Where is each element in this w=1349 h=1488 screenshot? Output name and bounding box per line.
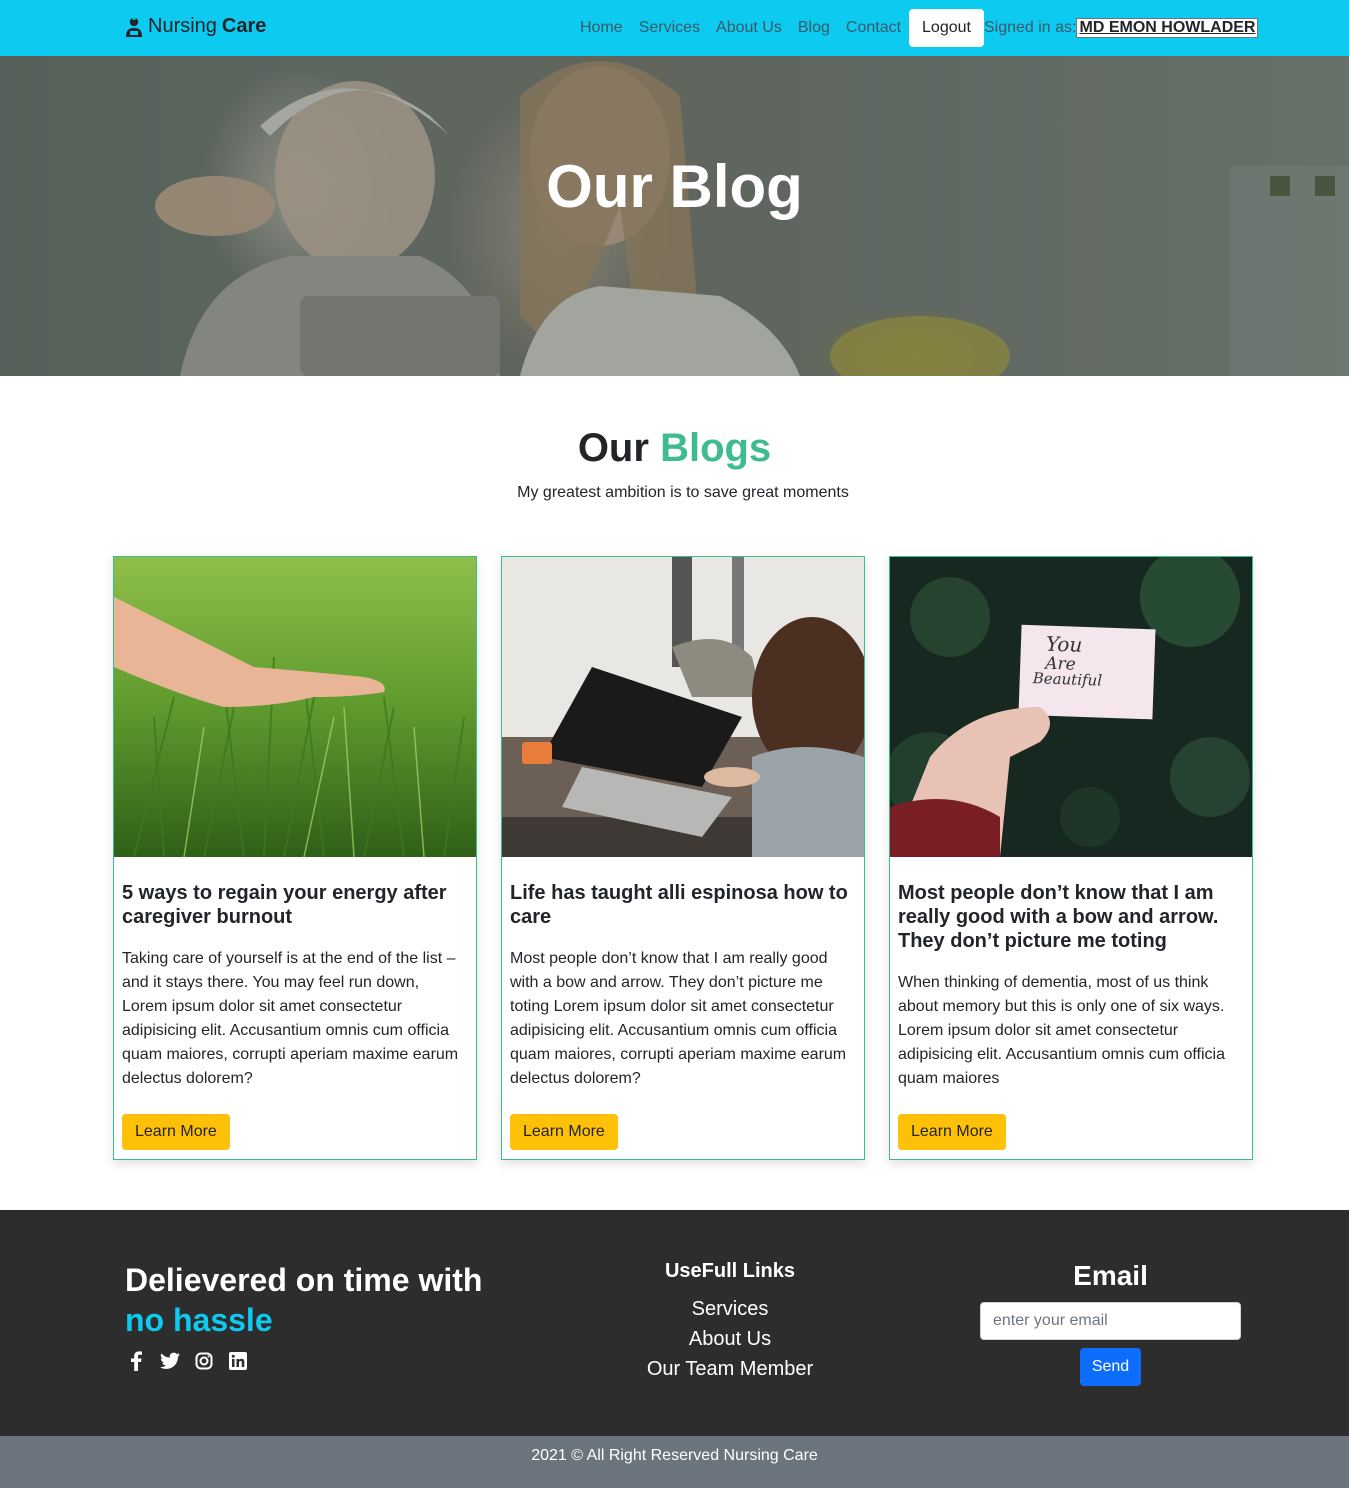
- brand-suffix: Care: [221, 15, 267, 37]
- blog-card-text: When thinking of dementia, most of us th…: [898, 974, 1225, 1087]
- nav-link-about[interactable]: About Us: [708, 19, 790, 37]
- footer-headline-accent: no hassle: [125, 1302, 273, 1338]
- section-title: Our Blogs: [0, 426, 1349, 471]
- footer-link-team[interactable]: Our Team Member: [620, 1354, 840, 1384]
- section-title-main: Our: [577, 426, 649, 470]
- blog-card: 5 ways to regain your energy after careg…: [113, 556, 477, 1160]
- learn-more-button[interactable]: Learn More: [898, 1114, 1006, 1150]
- hero-banner: Our Blog: [0, 56, 1349, 376]
- blog-card-text: Taking care of yourself is at the end of…: [122, 950, 459, 1087]
- useful-links: Services About Us Our Team Member: [620, 1294, 840, 1384]
- blog-card-text: Most people don’t know that I am really …: [510, 950, 847, 1087]
- nav-link-blog[interactable]: Blog: [790, 19, 838, 37]
- footer-headline-main: Delievered on time with: [125, 1262, 483, 1298]
- nav-menu: Home Services About Us Blog Contact Logo…: [572, 0, 1259, 56]
- signed-in-label: Signed in as:: [983, 19, 1077, 36]
- linkedin-icon[interactable]: [227, 1350, 249, 1372]
- footer-headline: Delievered on time with no hassle: [125, 1260, 482, 1340]
- facebook-icon[interactable]: [125, 1350, 147, 1372]
- twitter-icon[interactable]: [159, 1350, 181, 1372]
- copyright-bar: 2021 © All Right Reserved Nursing Care: [0, 1436, 1349, 1488]
- hero-title: Our Blog: [546, 153, 803, 220]
- blog-card-image-laptop: [502, 557, 864, 857]
- nav-link-home[interactable]: Home: [572, 19, 631, 37]
- nurse-icon: [126, 17, 142, 37]
- footer: Delievered on time with no hassle UseFul…: [0, 1210, 1349, 1436]
- footer-link-services[interactable]: Services: [620, 1294, 840, 1324]
- useful-links-title: UseFull Links: [664, 1260, 796, 1282]
- blog-card: You Are Beautiful Most people don’t know…: [889, 556, 1253, 1160]
- brand-logo[interactable]: Nursing Care: [125, 15, 266, 38]
- nav-link-contact[interactable]: Contact: [838, 19, 909, 37]
- learn-more-button[interactable]: Learn More: [122, 1114, 230, 1150]
- nav-link-services[interactable]: Services: [631, 19, 708, 37]
- user-name-link[interactable]: MD EMON HOWLADER: [1076, 18, 1259, 38]
- email-input[interactable]: [980, 1302, 1241, 1340]
- logout-button[interactable]: Logout: [909, 9, 984, 47]
- instagram-icon[interactable]: [193, 1350, 215, 1372]
- blog-card-image-grass: [114, 557, 476, 857]
- note-word-3: Beautiful: [1031, 669, 1102, 689]
- learn-more-button[interactable]: Learn More: [510, 1114, 618, 1150]
- section-subtitle: My greatest ambition is to save great mo…: [517, 484, 849, 501]
- blog-card-title: 5 ways to regain your energy after careg…: [122, 882, 447, 928]
- blog-card: Life has taught alli espinosa how to car…: [501, 556, 865, 1160]
- blog-card-image-note: You Are Beautiful: [890, 557, 1252, 857]
- send-button[interactable]: Send: [1080, 1348, 1141, 1386]
- blog-card-title: Life has taught alli espinosa how to car…: [510, 882, 848, 928]
- section-title-accent: Blogs: [660, 426, 772, 470]
- email-title: Email: [1073, 1260, 1148, 1291]
- footer-link-about[interactable]: About Us: [620, 1324, 840, 1354]
- blog-card-title: Most people don’t know that I am really …: [898, 882, 1219, 952]
- social-links: [125, 1350, 249, 1372]
- navbar: Nursing Care Home Services About Us Blog…: [0, 0, 1349, 56]
- brand-prefix: Nursing: [148, 15, 217, 37]
